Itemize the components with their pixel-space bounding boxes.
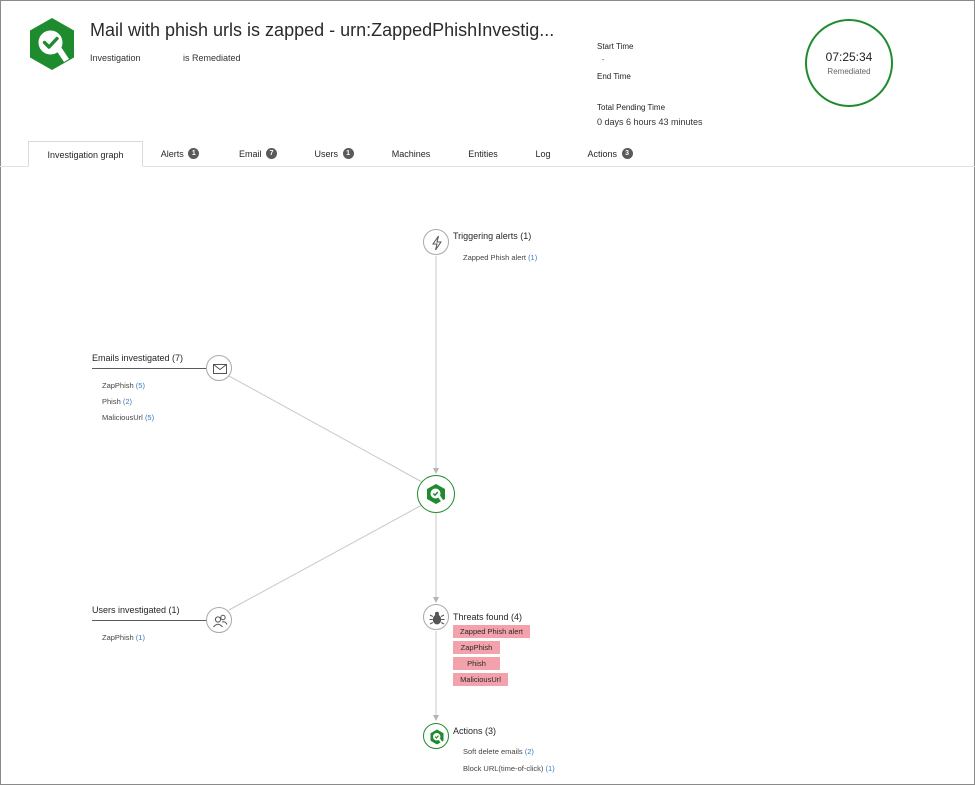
emails-underline xyxy=(92,368,206,369)
users-investigated-node[interactable] xyxy=(206,607,232,633)
edge-users-center xyxy=(228,504,423,611)
threats-found-label: Threats found (4) xyxy=(453,612,523,622)
email-item[interactable]: Phish (2) xyxy=(102,397,132,406)
triggering-alerts-node[interactable] xyxy=(423,229,449,255)
user-item[interactable]: ZapPhish (1) xyxy=(102,633,145,642)
users-underline xyxy=(92,620,206,621)
threats-found-node[interactable] xyxy=(423,604,449,630)
bug-icon xyxy=(429,611,445,625)
threat-tag[interactable]: ZapPhish xyxy=(453,641,500,654)
action-item[interactable]: Block URL(time-of-click) (1) xyxy=(463,764,555,773)
actions-node[interactable] xyxy=(423,723,449,749)
lightning-icon xyxy=(432,235,442,251)
email-item[interactable]: ZapPhish (5) xyxy=(102,381,145,390)
investigation-check-icon xyxy=(427,484,445,504)
email-item[interactable]: MaliciousUrl (5) xyxy=(102,413,154,422)
threat-tag[interactable]: MaliciousUrl xyxy=(453,673,508,686)
edge-emails-center xyxy=(228,375,423,483)
users-icon xyxy=(213,614,228,628)
action-item[interactable]: Soft delete emails (2) xyxy=(463,747,534,756)
actions-label: Actions (3) xyxy=(453,726,497,736)
emails-investigated-label: Emails investigated (7) xyxy=(92,353,184,363)
investigation-check-icon xyxy=(430,729,444,745)
investigation-center-node[interactable] xyxy=(417,475,455,513)
threat-tag[interactable]: Zapped Phish alert xyxy=(453,625,530,638)
threat-tag[interactable]: Phish xyxy=(453,657,500,670)
triggering-alerts-label: Triggering alerts (1) xyxy=(453,231,532,241)
users-investigated-label: Users investigated (1) xyxy=(92,605,180,615)
envelope-icon xyxy=(213,364,227,374)
emails-investigated-node[interactable] xyxy=(206,355,232,381)
triggering-alert-item[interactable]: Zapped Phish alert (1) xyxy=(463,253,537,262)
